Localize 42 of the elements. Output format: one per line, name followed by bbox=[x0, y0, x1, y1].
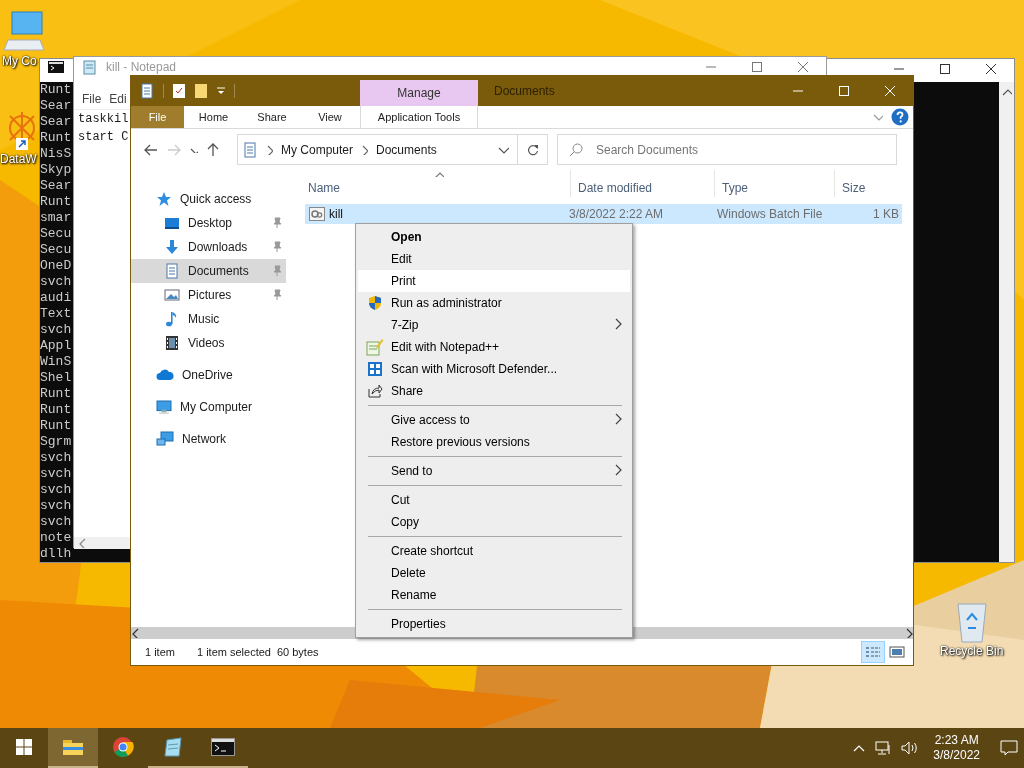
console-line: Sear bbox=[40, 178, 72, 194]
table-cell: 1 KB bbox=[873, 207, 899, 221]
window-title: kill - Notepad bbox=[106, 59, 177, 75]
console-line: OneD bbox=[40, 258, 72, 274]
console-line: Skyp bbox=[40, 162, 72, 178]
window-title: Documents bbox=[493, 83, 555, 100]
table-cell-text: kill bbox=[329, 206, 343, 223]
console-line: svch bbox=[40, 482, 72, 498]
table-cell: Windows Batch File bbox=[717, 207, 823, 221]
console-line: Shel bbox=[40, 370, 72, 386]
table-cell: 3/8/2022 2:22 AM bbox=[569, 207, 664, 221]
contextual-tab-header: Manage bbox=[360, 80, 478, 106]
console-line: svch bbox=[40, 514, 72, 530]
console-line: Secu bbox=[40, 226, 72, 242]
console-line: Appl bbox=[40, 338, 72, 354]
console-line: svch bbox=[40, 498, 72, 514]
console-line: svch bbox=[40, 274, 72, 290]
console-line: Sear bbox=[40, 114, 72, 130]
console-line: svch bbox=[40, 466, 72, 482]
console-line: Text bbox=[40, 306, 72, 322]
console-line: Runt bbox=[40, 130, 72, 146]
console-line: Sear bbox=[40, 98, 72, 114]
console-line: Runt bbox=[40, 82, 72, 98]
status-text: 1 item bbox=[145, 644, 175, 660]
console-line: svch bbox=[40, 322, 72, 338]
console-line: svch bbox=[40, 450, 72, 466]
console-line: Runt bbox=[40, 402, 72, 418]
console-line: Runt bbox=[40, 386, 72, 402]
console-line: audi bbox=[40, 290, 72, 306]
status-text: 60 bytes bbox=[276, 644, 319, 660]
console-line: Runt bbox=[40, 194, 72, 210]
console-line: Runt bbox=[40, 418, 72, 434]
console-line: Sgrm bbox=[40, 434, 72, 450]
console-line: Secu bbox=[40, 242, 72, 258]
text-line: taskkil bbox=[78, 111, 129, 128]
status-text: 1 item selected bbox=[196, 644, 271, 660]
console-line: smar bbox=[40, 210, 72, 226]
console-line: note bbox=[40, 530, 72, 546]
text-line: start C bbox=[78, 129, 129, 146]
console-line: NisS bbox=[40, 146, 72, 162]
console-line: dllh bbox=[40, 546, 72, 562]
console-line: WinS bbox=[40, 354, 72, 370]
